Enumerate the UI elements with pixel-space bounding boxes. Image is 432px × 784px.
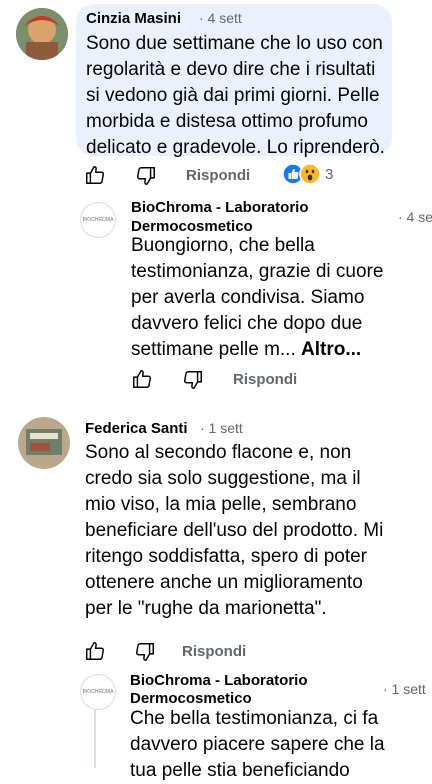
reply-author-line1[interactable]: BioChroma - Laboratorio [130,672,308,689]
reaction-count: 3 [325,166,334,183]
reply-author-line2[interactable]: Dermocosmetico [130,690,252,707]
comment-author[interactable]: Cinzia Masini [86,10,181,27]
like-icon[interactable] [84,164,106,186]
thread-line [94,706,96,768]
wow-reaction-icon [299,163,321,185]
page-avatar[interactable]: BIOCHROMA [80,202,116,238]
comment-time[interactable]: · 4 sett [199,10,242,26]
reactions[interactable]: 3 [282,163,342,187]
like-icon[interactable] [131,368,153,390]
dislike-icon[interactable] [135,165,157,187]
reply-author-line1[interactable]: BioChroma - Laboratorio [131,199,309,216]
avatar-logo-text: BIOCHROMA [82,689,114,695]
reply-time[interactable]: · 1 sett [383,681,426,697]
avatar-image [16,8,68,60]
comment-text: Sono al secondo flacone e, non credo sia… [85,442,384,619]
reply-text: Buongiorno, che bella testimonianza, gra… [131,233,401,363]
reply-button[interactable]: Rispondi [233,371,297,388]
avatar-logo-text: BIOCHROMA [82,217,114,223]
page-avatar[interactable]: BIOCHROMA [80,674,116,710]
reply-button[interactable]: Rispondi [182,643,246,660]
reply-text: Che bella testimonianza, ci fa davvero p… [130,708,385,781]
avatar-image [18,417,70,469]
comment-author[interactable]: Federica Santi [85,420,188,437]
see-more-link[interactable]: Altro... [301,339,361,360]
dislike-icon[interactable] [182,369,204,391]
comment-time[interactable]: · 1 sett [200,420,243,436]
avatar[interactable] [18,417,70,469]
comment-text: Sono due settimane che lo uso con regola… [86,33,385,158]
like-icon[interactable] [84,640,106,662]
reply-time[interactable]: · 4 se [398,209,432,225]
avatar[interactable] [16,8,68,60]
reply-button[interactable]: Rispondi [186,167,250,184]
dislike-icon[interactable] [134,641,156,663]
